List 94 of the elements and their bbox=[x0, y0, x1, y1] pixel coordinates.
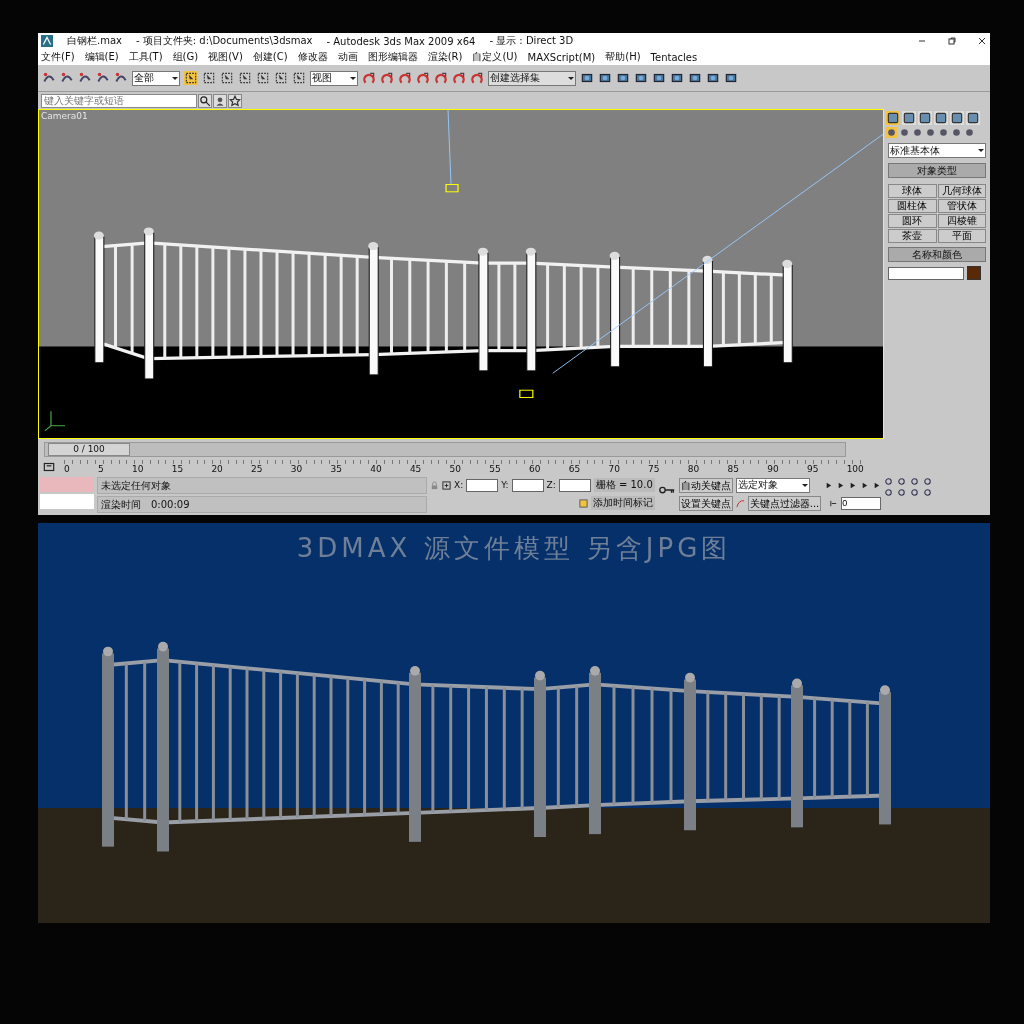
selection-status: 未选定任何对象 bbox=[97, 477, 427, 494]
current-frame-field[interactable]: 0 bbox=[841, 496, 882, 510]
close-icon[interactable] bbox=[977, 36, 987, 46]
camera-target-marker bbox=[519, 389, 534, 399]
frame-tick-label: 30 bbox=[290, 464, 303, 474]
menu-item[interactable]: 图形编辑器 bbox=[367, 50, 418, 64]
menu-item[interactable]: 修改器 bbox=[297, 50, 328, 64]
set-key-button[interactable]: 设置关键点 bbox=[678, 495, 733, 511]
render-time-value: 0:00:09 bbox=[151, 498, 190, 512]
y-label: Y: bbox=[501, 480, 509, 490]
caption: 3DMAX 源文件模型 另含JPG图 bbox=[295, 532, 733, 565]
frame-tick-label: 50 bbox=[449, 464, 462, 474]
render-time-label: 渲染时间 bbox=[101, 498, 141, 512]
reference-coordinate-dropdown[interactable]: 视图 bbox=[310, 70, 358, 86]
select-arrow-icon[interactable] bbox=[184, 71, 198, 85]
frame-tick-label: 85 bbox=[727, 464, 739, 474]
menu-item[interactable]: 动画 bbox=[337, 50, 358, 64]
menu-item[interactable]: 视图(V) bbox=[208, 50, 243, 64]
menu-item[interactable]: 组(G) bbox=[172, 50, 199, 64]
frame-tick-label: 90 bbox=[767, 464, 779, 474]
file-name: 白钢栏.max bbox=[67, 34, 122, 48]
frame-tick-label: 95 bbox=[806, 464, 819, 474]
frame-tick-label: 65 bbox=[568, 464, 581, 474]
name-field[interactable] bbox=[888, 266, 964, 280]
y-coordinate-field[interactable] bbox=[511, 478, 544, 492]
add-time-tag[interactable]: 添加时间标记 bbox=[590, 496, 655, 510]
z-coordinate-field[interactable] bbox=[558, 478, 591, 492]
frame-tick-label: 40 bbox=[370, 464, 382, 474]
key-filters-button[interactable]: 关键点过滤器... bbox=[747, 495, 822, 511]
frame-tick-label: 0 bbox=[64, 464, 70, 474]
frame-tick-label: 70 bbox=[608, 464, 620, 474]
frame-tick-label: 5 bbox=[98, 464, 104, 474]
frame-tick-label: 15 bbox=[171, 464, 184, 474]
rollout-header[interactable]: 名称和颜色 bbox=[888, 247, 986, 262]
display-driver: - 显示 : Direct 3D bbox=[489, 34, 574, 48]
camera-target-marker bbox=[445, 183, 459, 193]
frame-tick-label: 60 bbox=[529, 464, 541, 474]
maxscript-field[interactable] bbox=[40, 494, 94, 509]
menu-item[interactable]: 自定义(U) bbox=[472, 50, 518, 64]
menu-item[interactable]: MAXScript(M) bbox=[527, 51, 596, 63]
menu-item[interactable]: 编辑(E) bbox=[84, 50, 119, 64]
frame-tick-label: 35 bbox=[330, 464, 342, 474]
grid-size: 栅格 = 10.0 bbox=[593, 478, 655, 492]
time-bar[interactable]: 0 / 100 bbox=[44, 442, 846, 457]
object-type-button[interactable]: 平面 bbox=[937, 229, 986, 243]
community-icon[interactable] bbox=[213, 93, 227, 108]
frame-tick-label: 45 bbox=[409, 464, 422, 474]
track-bar[interactable]: 0 5 10 15 20 25 30 35 40 45 50 55 60 65 70 75 80 85 90 95 100 bbox=[64, 460, 864, 474]
category-dropdown[interactable]: 标准基本体 bbox=[888, 143, 986, 158]
selection-filter-dropdown[interactable]: 全部 bbox=[132, 70, 180, 86]
menu-item[interactable]: 渲染(R) bbox=[427, 50, 463, 64]
frame-tick-label: 20 bbox=[211, 464, 223, 474]
x-coordinate-field[interactable] bbox=[466, 478, 499, 492]
key-icon[interactable] bbox=[657, 485, 676, 495]
create-tab-icon[interactable] bbox=[886, 111, 900, 125]
object-type-button[interactable]: 几何球体 bbox=[937, 184, 986, 198]
menu-item[interactable]: Tentacles bbox=[650, 51, 698, 63]
object-type-button[interactable]: 茶壶 bbox=[888, 229, 937, 243]
object-type-button[interactable]: 圆柱体 bbox=[888, 199, 937, 213]
menu-item[interactable]: 帮助(H) bbox=[605, 50, 641, 64]
viewport-label: Camera01 bbox=[41, 111, 88, 121]
frame-tick-label: 75 bbox=[648, 464, 660, 474]
undo-icon[interactable] bbox=[42, 71, 56, 85]
project-folder: - 项目文件夹: d:\Documents\3dsmax bbox=[135, 34, 313, 48]
frame-tick-label: 80 bbox=[687, 464, 700, 474]
frame-tick-label: 10 bbox=[131, 464, 144, 474]
frame-counter-button[interactable]: 0 / 100 bbox=[48, 443, 130, 456]
menu-item[interactable]: 工具(T) bbox=[128, 50, 163, 64]
geometry-icon[interactable] bbox=[886, 127, 897, 138]
frame-tick-label: 25 bbox=[251, 464, 263, 474]
color-swatch[interactable] bbox=[967, 266, 981, 280]
app-title: - Autodesk 3ds Max 2009 x64 bbox=[326, 35, 476, 47]
rollout-header[interactable]: 对象类型 bbox=[888, 163, 986, 178]
axis-tripod-icon bbox=[44, 410, 66, 432]
menu-item[interactable]: 文件(F) bbox=[41, 50, 75, 64]
object-type-button[interactable]: 管状体 bbox=[937, 199, 986, 213]
named-selection-dropdown[interactable]: 创建选择集 bbox=[488, 70, 576, 86]
star-icon[interactable] bbox=[228, 93, 242, 108]
frame-tick-label: 100 bbox=[846, 464, 864, 474]
menu-item[interactable]: 创建(C) bbox=[252, 50, 288, 64]
object-type-button[interactable]: 圆环 bbox=[888, 214, 937, 228]
play-icon[interactable] bbox=[848, 480, 858, 490]
object-type-button[interactable]: 四棱锥 bbox=[937, 214, 986, 228]
key-mode-dropdown[interactable]: 选定对象 bbox=[735, 477, 810, 493]
frame-tick-label: 55 bbox=[489, 464, 501, 474]
z-label: Z: bbox=[546, 480, 556, 490]
object-type-button[interactable]: 球体 bbox=[888, 184, 937, 198]
restore-icon[interactable] bbox=[947, 36, 957, 46]
absolute-mode-icon[interactable] bbox=[442, 480, 451, 490]
auto-key-button[interactable]: 自动关键点 bbox=[678, 477, 733, 493]
tangent-curve-icon[interactable] bbox=[735, 498, 745, 508]
x-label: X: bbox=[454, 480, 464, 490]
search-icon[interactable] bbox=[198, 93, 212, 108]
search-field[interactable]: 键入关键字或短语 bbox=[41, 93, 197, 108]
